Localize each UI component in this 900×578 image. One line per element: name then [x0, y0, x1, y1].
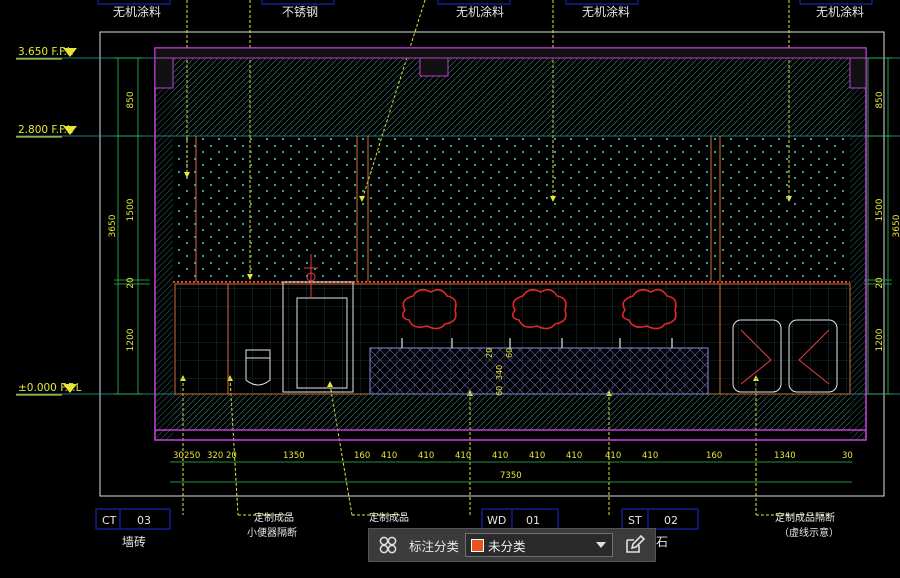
- dim-bottom-15: 160: [706, 451, 722, 461]
- dim-left-total: 3650: [108, 214, 118, 237]
- note-custom: 定制成品: [369, 511, 409, 524]
- cad-drawing-canvas[interactable]: 无机涂料 不锈钢 无机涂料 无机涂料 无机涂料 3.650 F.F.L 2.80…: [0, 0, 900, 578]
- dim-right-2: 1500: [875, 198, 885, 221]
- level-label-3: ±0.000 F.F.L: [18, 382, 82, 394]
- dim-bottom-2: 250: [184, 451, 200, 461]
- callout-label-3: 无机涂料: [456, 4, 504, 19]
- dim-bottom-11: 410: [529, 451, 545, 461]
- tag-wd-num: 01: [526, 514, 540, 527]
- dim-inner-3: 340: [495, 365, 504, 380]
- dim-inner-2: 60: [505, 348, 514, 358]
- dim-bottom-3: 320: [207, 451, 223, 461]
- dim-bottom-9: 410: [455, 451, 471, 461]
- annotation-toolbar: 标注分类 未分类: [368, 528, 656, 562]
- note-partition-1: 定制成品隔断: [775, 511, 835, 524]
- dim-right-4: 1200: [875, 328, 885, 351]
- grid-icon[interactable]: [373, 530, 403, 560]
- level-markers: [16, 48, 77, 396]
- dim-left-3: 20: [126, 277, 136, 289]
- dim-bottom-5: 1350: [283, 451, 305, 461]
- tag-st-code: ST: [628, 514, 642, 527]
- floor-hatch: [173, 394, 850, 430]
- dim-inner-1: 20: [485, 348, 494, 358]
- dim-left-1: 850: [126, 91, 136, 108]
- chevron-down-icon: [596, 542, 607, 548]
- note-urinal-2: 小便器隔断: [247, 526, 297, 539]
- dim-bottom-14: 410: [642, 451, 658, 461]
- callout-label-2: 不锈钢: [282, 5, 318, 19]
- callout-label-5: 无机涂料: [816, 4, 864, 19]
- dim-bottom-8: 410: [418, 451, 434, 461]
- vanity-counter: [369, 347, 709, 395]
- ceiling-corner-right: [849, 57, 867, 89]
- left-wall-hatch: [155, 58, 173, 440]
- tag-st-num: 02: [664, 514, 678, 527]
- dim-bottom-10: 410: [492, 451, 508, 461]
- dim-bottom-16: 1340: [774, 451, 796, 461]
- dim-bottom-12: 410: [566, 451, 582, 461]
- category-color-swatch: [471, 538, 485, 552]
- callout-label-4: 无机涂料: [582, 4, 630, 19]
- ceiling-corner-left: [154, 57, 174, 89]
- dim-right-1: 850: [875, 91, 885, 108]
- level-label-1: 3.650 F.F.L: [18, 46, 73, 58]
- edit-icon[interactable]: [619, 530, 649, 560]
- callout-label-1: 无机涂料: [113, 4, 161, 19]
- dim-bottom-4: 20: [226, 451, 237, 461]
- note-partition-2: （虚线示意）: [779, 526, 839, 539]
- annotation-category-label: 标注分类: [409, 538, 460, 554]
- ceiling-slab: [154, 47, 867, 59]
- dim-right-total: 3650: [892, 214, 900, 237]
- ceiling-notch: [419, 57, 449, 77]
- dim-right-3: 20: [875, 277, 885, 289]
- category-selected-value: 未分类: [488, 538, 526, 554]
- dim-bottom-7: 410: [381, 451, 397, 461]
- paint-band: [173, 136, 850, 280]
- tag-st-desc: 石: [656, 535, 668, 549]
- level-label-2: 2.800 F.F.L: [18, 124, 73, 136]
- tag-ct-desc: 墙砖: [122, 534, 146, 549]
- tag-ct-num: 03: [137, 514, 151, 527]
- dim-bottom-6: 160: [354, 451, 370, 461]
- top-callouts: [97, 0, 873, 5]
- dim-left-4: 1200: [126, 328, 136, 351]
- annotation-category-select[interactable]: 未分类: [465, 533, 614, 557]
- dim-bottom-17: 30: [842, 451, 853, 461]
- ceiling-hatch: [173, 58, 850, 136]
- dim-left-2: 1500: [126, 198, 136, 221]
- note-urinal-1: 定制成品: [254, 511, 294, 524]
- dim-total: 7350: [500, 471, 522, 481]
- dim-bottom-13: 410: [605, 451, 621, 461]
- dim-bottom-1: 30: [173, 451, 184, 461]
- tag-wd-code: WD: [487, 514, 506, 527]
- right-wall-hatch: [850, 58, 866, 440]
- tag-ct-code: CT: [102, 514, 117, 527]
